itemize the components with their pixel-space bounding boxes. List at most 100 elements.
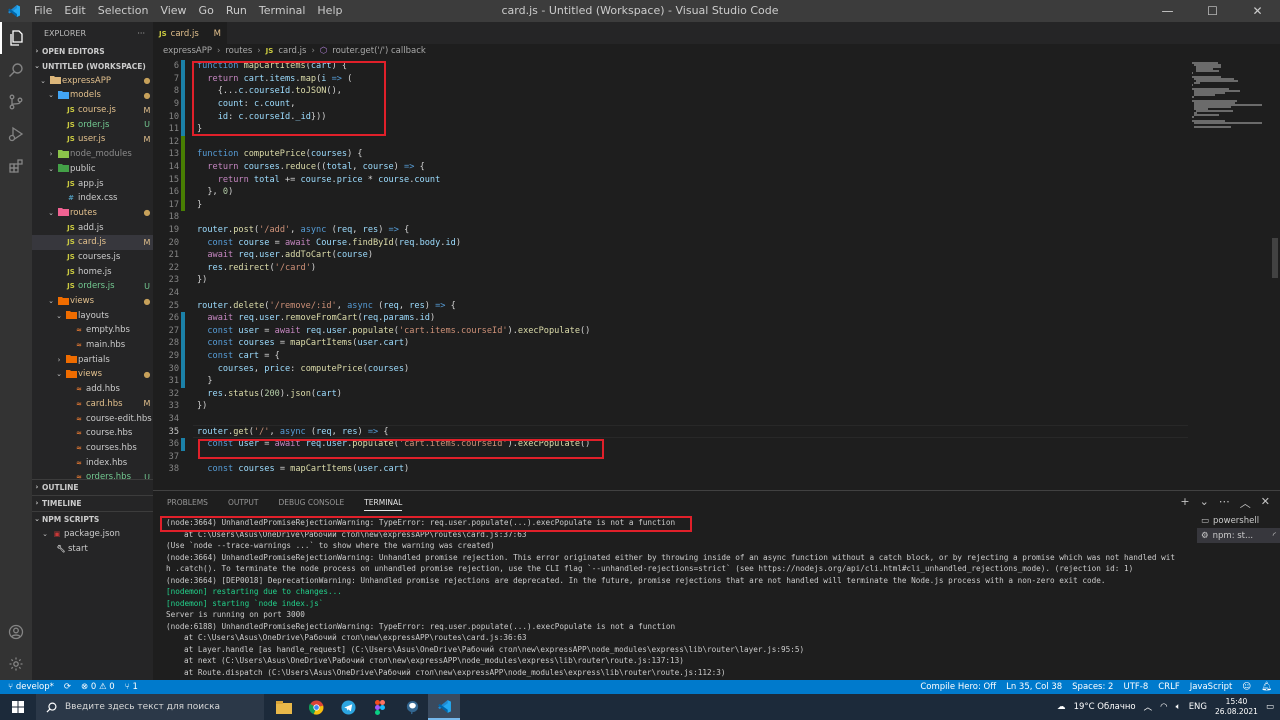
menu-item-edit[interactable]: Edit bbox=[58, 0, 91, 22]
tree-item-order-js[interactable]: JS order.js U bbox=[32, 117, 153, 132]
tree-item-course-js[interactable]: JS course.js M bbox=[32, 103, 153, 118]
close-button[interactable]: ✕ bbox=[1235, 0, 1280, 22]
tree-item-courses-js[interactable]: JS courses.js bbox=[32, 250, 153, 265]
tree-item-index-hbs[interactable]: ≈ index.hbs bbox=[32, 455, 153, 470]
tree-item-models[interactable]: ⌄ models ● bbox=[32, 88, 153, 103]
close-panel-icon[interactable]: ✕ bbox=[1261, 495, 1270, 511]
open-editors-section[interactable]: › OPEN EDITORS bbox=[32, 44, 153, 59]
menu-item-terminal[interactable]: Terminal bbox=[253, 0, 312, 22]
run-debug-icon[interactable] bbox=[0, 118, 32, 150]
tree-item-add-js[interactable]: JS add.js bbox=[32, 220, 153, 235]
tab-terminal[interactable]: TERMINAL bbox=[364, 498, 403, 511]
clock[interactable]: 15:40 26.08.2021 bbox=[1215, 697, 1258, 717]
git-branch[interactable]: ⑂ develop* bbox=[8, 682, 54, 692]
minimap[interactable] bbox=[1188, 58, 1268, 490]
wifi-icon[interactable]: ◠ bbox=[1160, 702, 1167, 712]
tab-debug-console[interactable]: DEBUG CONSOLE bbox=[279, 498, 345, 507]
maximize-button[interactable]: ☐ bbox=[1190, 0, 1235, 22]
npm-scripts-section[interactable]: ⌄ NPM SCRIPTS bbox=[32, 512, 153, 527]
tree-item-partials[interactable]: › partials bbox=[32, 352, 153, 367]
menu-item-go[interactable]: Go bbox=[193, 0, 220, 22]
volume-icon[interactable]: 🔈︎ bbox=[1176, 702, 1181, 712]
tree-item-index-css[interactable]: # index.css bbox=[32, 191, 153, 206]
tree-item-routes[interactable]: ⌄ routes ● bbox=[32, 206, 153, 221]
compile-hero-status[interactable]: Compile Hero: Off bbox=[920, 682, 996, 692]
tree-item-views[interactable]: ⌄ views ● bbox=[32, 367, 153, 382]
extensions-icon[interactable] bbox=[0, 150, 32, 182]
workspace-section[interactable]: ⌄ UNTITLED (WORKSPACE) bbox=[32, 59, 153, 74]
weather-label[interactable]: 19°C Облачно bbox=[1074, 702, 1136, 712]
menu-item-file[interactable]: File bbox=[28, 0, 58, 22]
tab-problems[interactable]: PROBLEMS bbox=[167, 498, 208, 507]
problems-status[interactable]: ⊗ 0 ⚠ 0 bbox=[81, 682, 115, 692]
account-icon[interactable] bbox=[0, 616, 32, 648]
tab-card-js[interactable]: JS card.js M bbox=[153, 22, 227, 44]
more-actions-icon[interactable]: ··· bbox=[137, 29, 145, 38]
explorer-icon[interactable] bbox=[0, 22, 32, 54]
tree-item-app-js[interactable]: JS app.js bbox=[32, 176, 153, 191]
tree-item-views[interactable]: ⌄ views ● bbox=[32, 294, 153, 309]
search-icon[interactable] bbox=[0, 54, 32, 86]
chevron-up-icon[interactable]: ︿ bbox=[1144, 701, 1153, 713]
more-actions-icon[interactable]: ⋯ bbox=[1219, 495, 1230, 511]
tree-item-main-hbs[interactable]: ≈ main.hbs bbox=[32, 338, 153, 353]
tree-item-course-hbs[interactable]: ≈ course.hbs bbox=[32, 426, 153, 441]
code-editor[interactable]: 6 function mapCartItems(cart) {7 return c… bbox=[153, 58, 1280, 490]
terminal-output[interactable]: (node:3664) UnhandledPromiseRejectionWar… bbox=[166, 517, 1186, 678]
source-control-icon[interactable] bbox=[0, 86, 32, 118]
tree-item-add-hbs[interactable]: ≈ add.hbs bbox=[32, 382, 153, 397]
menu-item-selection[interactable]: Selection bbox=[92, 0, 155, 22]
tree-item-course-edit-hbs[interactable]: ≈ course-edit.hbs bbox=[32, 411, 153, 426]
bell-icon[interactable]: 🔔︎ bbox=[1261, 682, 1272, 692]
indentation[interactable]: Spaces: 2 bbox=[1072, 682, 1113, 692]
chevron-down-icon[interactable]: ⌄ bbox=[1200, 495, 1209, 511]
outline-section[interactable]: › OUTLINE bbox=[32, 480, 153, 495]
taskbar-search[interactable]: Введите здесь текст для поиска bbox=[36, 694, 264, 720]
tree-item-layouts[interactable]: ⌄ layouts bbox=[32, 308, 153, 323]
tree-item-public[interactable]: ⌄ public bbox=[32, 162, 153, 177]
minimize-button[interactable]: — bbox=[1145, 0, 1190, 22]
feedback-icon[interactable]: ☺︎ bbox=[1242, 682, 1251, 692]
tree-item-node-modules[interactable]: › node_modules bbox=[32, 147, 153, 162]
tree-item-expressapp[interactable]: ⌄ expressAPP ● bbox=[32, 73, 153, 88]
input-language[interactable]: ENG bbox=[1189, 702, 1207, 712]
tree-item-card-js[interactable]: JS card.js M bbox=[32, 234, 153, 250]
file-explorer-icon[interactable] bbox=[268, 694, 300, 720]
breadcrumb-item[interactable]: router.get('/') callback bbox=[332, 46, 426, 56]
notifications-icon[interactable]: ▭ bbox=[1266, 702, 1274, 712]
figma-icon[interactable] bbox=[364, 694, 396, 720]
telegram-icon[interactable] bbox=[332, 694, 364, 720]
sync-icon[interactable]: ⟳ bbox=[64, 682, 71, 692]
breadcrumb-item[interactable]: routes bbox=[225, 46, 252, 56]
menu-item-help[interactable]: Help bbox=[311, 0, 348, 22]
windows-start-button[interactable] bbox=[0, 694, 36, 720]
language-mode[interactable]: JavaScript bbox=[1190, 682, 1233, 692]
timeline-section[interactable]: › TIMELINE bbox=[32, 496, 153, 511]
scrollbar-thumb[interactable] bbox=[1272, 238, 1278, 278]
vscode-taskbar-icon[interactable] bbox=[428, 694, 460, 720]
new-terminal-icon[interactable]: + bbox=[1180, 495, 1189, 511]
tree-item-empty-hbs[interactable]: ≈ empty.hbs bbox=[32, 323, 153, 338]
ports-status[interactable]: ⑂ 1 bbox=[125, 682, 138, 692]
npm-package-json[interactable]: ⌄ ▣ package.json bbox=[32, 527, 153, 542]
npm-script-start[interactable]: 🔧︎ start bbox=[32, 541, 153, 556]
tree-item-user-js[interactable]: JS user.js M bbox=[32, 132, 153, 147]
postgres-icon[interactable] bbox=[396, 694, 428, 720]
editor-scrollbar[interactable] bbox=[1268, 58, 1280, 490]
tab-output[interactable]: OUTPUT bbox=[228, 498, 259, 507]
terminal-item-npm[interactable]: ⚙︎ npm: st... ◜ bbox=[1197, 528, 1280, 543]
tree-item-card-hbs[interactable]: ≈ card.hbs M bbox=[32, 397, 153, 412]
menu-item-view[interactable]: View bbox=[154, 0, 192, 22]
tree-item-courses-hbs[interactable]: ≈ courses.hbs bbox=[32, 441, 153, 456]
manage-gear-icon[interactable] bbox=[0, 648, 32, 680]
chrome-icon[interactable] bbox=[300, 694, 332, 720]
tree-item-orders-js[interactable]: JS orders.js U bbox=[32, 279, 153, 294]
menu-item-run[interactable]: Run bbox=[220, 0, 253, 22]
end-of-line[interactable]: CRLF bbox=[1158, 682, 1179, 692]
terminal-item-powershell[interactable]: ▭ powershell bbox=[1197, 513, 1280, 528]
tree-item-home-js[interactable]: JS home.js bbox=[32, 264, 153, 279]
cursor-position[interactable]: Ln 35, Col 38 bbox=[1006, 682, 1062, 692]
breadcrumb-item[interactable]: expressAPP bbox=[163, 46, 212, 56]
breadcrumb-item[interactable]: card.js bbox=[278, 46, 306, 56]
encoding[interactable]: UTF-8 bbox=[1123, 682, 1148, 692]
